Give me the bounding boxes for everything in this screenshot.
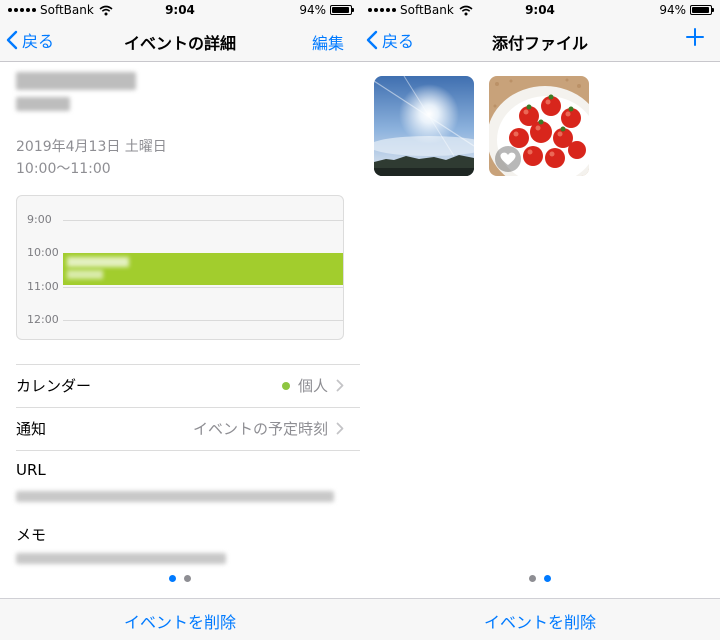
event-date: 2019年4月13日 土曜日 xyxy=(16,139,167,155)
battery-icon xyxy=(690,5,714,15)
event-detail-screen: SoftBank 9:04 94% 戻る イベントの詳細 編集 2019年4月1… xyxy=(0,0,360,640)
timeline-hour-row: 12:00 xyxy=(17,313,343,327)
attachment-photo-sky[interactable] xyxy=(374,76,474,176)
status-bar: SoftBank 9:04 94% xyxy=(0,0,360,20)
calendar-color-dot xyxy=(281,381,290,390)
page-indicator[interactable] xyxy=(0,575,360,583)
page-dot xyxy=(184,575,191,582)
chevron-right-icon xyxy=(336,379,344,392)
divider xyxy=(16,407,360,408)
page-dot-active xyxy=(169,575,176,582)
page-indicator[interactable] xyxy=(360,575,720,583)
battery-icon xyxy=(330,5,354,15)
calendar-value: 個人 xyxy=(297,377,328,395)
delete-event-button[interactable]: イベントを削除 xyxy=(484,609,596,633)
attachments-screen: SoftBank 9:04 94% 戻る 添付ファイル イベントを削除 xyxy=(360,0,720,640)
page-dot xyxy=(529,575,536,582)
alert-label: 通知 xyxy=(16,420,47,438)
bottom-toolbar: イベントを削除 xyxy=(360,598,720,640)
navigation-bar: 戻る イベントの詳細 編集 xyxy=(0,20,360,62)
timeline-hour-label: 10:00 xyxy=(27,246,59,259)
timeline-hour-label: 12:00 xyxy=(27,313,59,326)
timeline-hour-label: 9:00 xyxy=(27,213,52,226)
sky-photo-image xyxy=(374,76,474,176)
attachment-photo-tomatoes[interactable] xyxy=(489,76,589,176)
divider xyxy=(16,450,360,451)
timeline-hour-label: 11:00 xyxy=(27,280,59,293)
battery-fill xyxy=(692,7,709,13)
bottom-toolbar: イベントを削除 xyxy=(0,598,360,640)
timeline-hour-row: 9:00 xyxy=(17,213,343,227)
edit-button[interactable]: 編集 xyxy=(312,30,344,54)
memo-label: メモ xyxy=(16,526,47,544)
timeline-hour-line xyxy=(63,287,343,288)
timeline-event-subtitle-redacted xyxy=(67,270,103,279)
event-time-range: 10:00〜11:00 xyxy=(16,161,111,177)
memo-value-redacted xyxy=(16,553,226,564)
alert-value: イベントの予定時刻 xyxy=(192,420,328,438)
navigation-bar: 戻る 添付ファイル xyxy=(360,20,720,62)
page-title: イベントの詳細 xyxy=(123,34,236,53)
heart-icon xyxy=(500,152,516,165)
page-dot-active xyxy=(544,575,551,582)
delete-event-button[interactable]: イベントを削除 xyxy=(124,609,236,633)
timeline-hour-line xyxy=(63,220,343,221)
add-icon[interactable] xyxy=(684,26,706,48)
page-title: 添付ファイル xyxy=(491,34,588,53)
favorite-badge xyxy=(495,146,521,172)
timeline-hour-line xyxy=(63,320,343,321)
url-value-redacted[interactable] xyxy=(16,491,334,502)
event-location-redacted xyxy=(16,97,70,111)
divider xyxy=(16,364,360,365)
timeline-event-title-redacted xyxy=(67,257,129,267)
battery-percent: 94% xyxy=(299,3,326,17)
event-title-redacted xyxy=(16,72,136,90)
calendar-label: カレンダー xyxy=(16,377,92,395)
day-timeline[interactable]: 9:00 10:00 11:00 12:00 xyxy=(16,195,344,340)
chevron-right-icon xyxy=(336,422,344,435)
status-bar: SoftBank 9:04 94% xyxy=(360,0,720,20)
url-label: URL xyxy=(16,461,46,479)
battery-fill xyxy=(332,7,349,13)
battery-percent: 94% xyxy=(659,3,686,17)
timeline-event-block[interactable] xyxy=(63,253,343,285)
